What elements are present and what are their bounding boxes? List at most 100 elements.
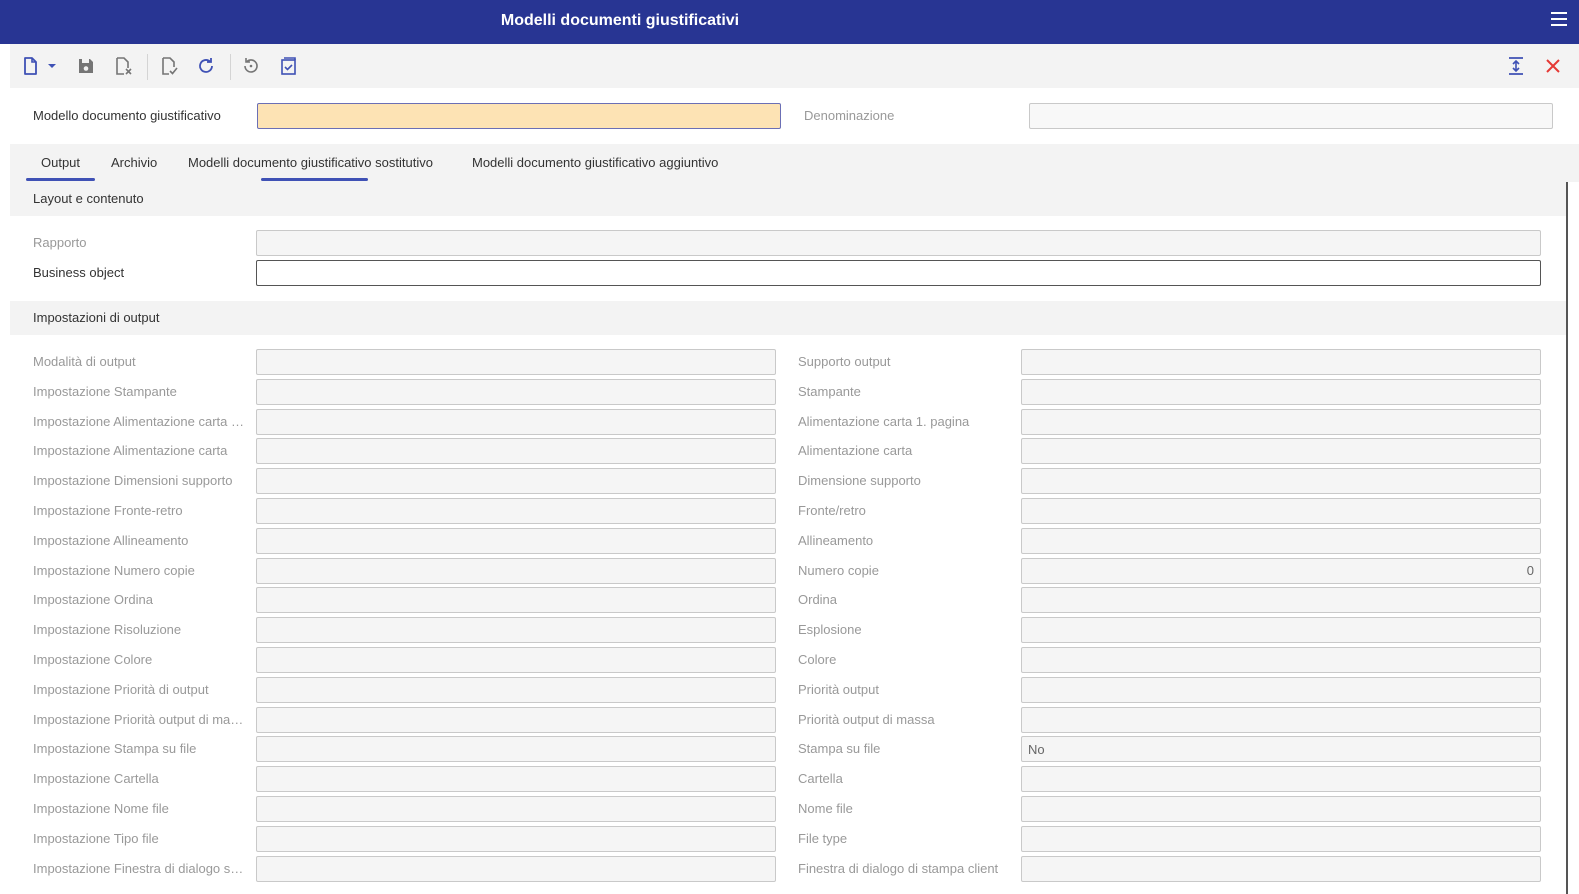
output-row-left-input[interactable] (256, 706, 776, 733)
output-row-left-input[interactable] (256, 617, 776, 644)
output-row-right-label: File type (798, 830, 848, 846)
output-row-left-input[interactable] (256, 468, 776, 495)
output-row-right-input[interactable] (1021, 498, 1541, 524)
output-row-left-label: Impostazione Nome file (33, 801, 169, 816)
output-row-left-label: Impostazione Priorità output di massa (33, 711, 245, 727)
expand-vertical-icon[interactable] (1505, 55, 1527, 77)
output-row-right-label: Priorità output (798, 681, 879, 697)
output-row-left-label: Modalità di output (33, 354, 136, 369)
window-title: Modelli documenti giustificativi (500, 12, 740, 29)
output-row-left-input[interactable] (256, 438, 776, 465)
header-fields: Modello documento giustificativo Denomin… (10, 88, 1579, 144)
output-row-right-label: Numero copie (798, 562, 879, 578)
hover-tab-indicator (261, 178, 368, 181)
output-row-right-label: Stampante (798, 383, 861, 399)
output-row-left-input[interactable] (256, 647, 776, 673)
output-row-right-label: Fronte/retro (798, 503, 866, 518)
output-row-left-input[interactable] (256, 349, 776, 375)
business-object-input[interactable] (256, 260, 1541, 286)
output-row-right-label: Priorità output di massa (798, 711, 935, 727)
output-row-left-input[interactable] (256, 855, 776, 882)
output-row-right-label: Cartella (798, 771, 843, 787)
output-row-right-input[interactable] (1021, 825, 1541, 852)
output-section-header: Impostazioni di output (10, 301, 1566, 335)
output-row-left-input[interactable] (256, 825, 776, 852)
dropdown-arrow-icon[interactable] (45, 55, 59, 77)
layout-section-header: Layout e contenuto (10, 182, 1566, 216)
validate-icon[interactable] (158, 55, 180, 77)
close-icon[interactable] (1542, 55, 1564, 77)
output-row-right-input[interactable] (1021, 676, 1541, 703)
new-document-icon[interactable] (19, 55, 41, 77)
output-row-right-label: Allineamento (798, 532, 874, 548)
rapporto-label: Rapporto (33, 235, 87, 250)
output-row-right-label: Supporto output (798, 354, 891, 369)
output-row-left-input[interactable] (256, 676, 776, 703)
output-row-left-input[interactable] (256, 498, 776, 524)
output-row-right-input[interactable] (1021, 587, 1541, 614)
output-row-right-label: Alimentazione carta (798, 443, 913, 459)
output-row-left-label: Impostazione Fronte-retro (33, 503, 183, 518)
business-object-label: Business object (33, 265, 125, 280)
toolbar-separator (147, 54, 148, 80)
model-label: Modello documento giustificativo (33, 108, 221, 123)
name-label: Denominazione (804, 108, 895, 123)
output-row-right-input[interactable] (1021, 617, 1541, 644)
output-row-right-input[interactable] (1021, 349, 1541, 375)
toolbar-separator (230, 54, 231, 80)
output-row-left-label: Impostazione Stampa su file (33, 741, 197, 757)
tab-archivio[interactable]: Archivio (111, 155, 157, 170)
output-row-left-label: Impostazione Priorità di output (33, 681, 209, 697)
output-row-right-input[interactable] (1021, 736, 1541, 763)
tab-modelli-aggiuntivo[interactable]: Modelli documento giustificativo aggiunt… (472, 155, 718, 170)
tab-bar: Output Archivio Modelli documento giusti… (10, 144, 1579, 182)
rapporto-input[interactable] (256, 230, 1541, 256)
output-row-right-label: Alimentazione carta 1. pagina (798, 413, 970, 429)
output-section-title: Impostazioni di output (33, 310, 160, 325)
active-tab-indicator (26, 178, 95, 181)
output-row-right-input[interactable] (1021, 408, 1541, 435)
output-row-right-label: Colore (798, 652, 837, 667)
hamburger-menu-icon[interactable] (1551, 12, 1567, 28)
discard-icon[interactable] (112, 55, 134, 77)
tab-modelli-sostitutivo[interactable]: Modelli documento giustificativo sostitu… (188, 155, 433, 170)
output-row-left-input[interactable] (256, 766, 776, 793)
scrollbar[interactable] (1566, 182, 1568, 894)
layout-section-title: Layout e contenuto (33, 191, 144, 206)
name-input[interactable] (1029, 103, 1553, 129)
output-row-right-input[interactable] (1021, 796, 1541, 822)
output-row-left-input[interactable] (256, 527, 776, 554)
output-row-right-input[interactable] (1021, 468, 1541, 495)
output-row-left-label: Impostazione Finestra di dialogo stampa … (33, 860, 245, 876)
output-row-left-input[interactable] (256, 408, 776, 435)
output-row-right-input[interactable] (1021, 706, 1541, 733)
output-row-right-input[interactable] (1021, 378, 1541, 405)
output-row-right-input[interactable] (1021, 855, 1541, 882)
output-row-left-input[interactable] (256, 378, 776, 405)
main-content: Layout e contenuto Rapporto Business obj… (10, 182, 1566, 894)
output-row-left-input[interactable] (256, 557, 776, 584)
output-row-left-label: Impostazione Alimentazione carta 1. pagi… (33, 413, 245, 429)
output-row-left-input[interactable] (256, 796, 776, 822)
output-row-left-label: Impostazione Colore (33, 652, 153, 667)
save-icon[interactable] (75, 55, 97, 77)
checklist-icon[interactable] (277, 55, 299, 77)
output-row-left-label: Impostazione Tipo file (33, 830, 159, 846)
output-row-left-input[interactable] (256, 587, 776, 614)
output-row-left-input[interactable] (256, 736, 776, 763)
model-input[interactable] (257, 103, 781, 129)
output-row-right-input[interactable] (1021, 438, 1541, 465)
output-row-left-label: Impostazione Cartella (33, 771, 159, 787)
output-row-right-input[interactable] (1021, 766, 1541, 793)
output-row-right-input[interactable] (1021, 557, 1541, 584)
refresh-icon[interactable] (195, 55, 217, 77)
output-row-left-label: Impostazione Ordina (33, 592, 153, 608)
output-row-right-label: Nome file (798, 801, 853, 816)
output-row-left-label: Impostazione Dimensioni supporto (33, 473, 233, 489)
output-row-right-input[interactable] (1021, 647, 1541, 673)
output-row-left-label: Impostazione Alimentazione carta (33, 443, 228, 459)
output-row-right-label: Esplosione (798, 622, 862, 638)
tab-output[interactable]: Output (41, 155, 80, 170)
output-row-right-input[interactable] (1021, 527, 1541, 554)
restore-icon[interactable] (240, 55, 262, 77)
